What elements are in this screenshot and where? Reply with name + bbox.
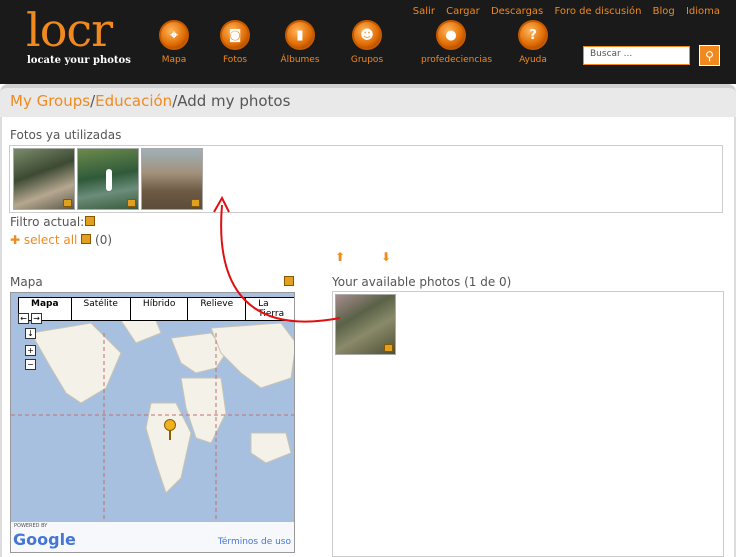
groups-icon: ☻ bbox=[352, 20, 382, 50]
tab-la-tierra[interactable]: La Tierra bbox=[246, 298, 294, 320]
tab-hibrido[interactable]: Híbrido bbox=[130, 298, 189, 320]
used-photos-box bbox=[9, 145, 723, 213]
select-all-link[interactable]: select all bbox=[24, 233, 78, 247]
plus-icon: ✚ bbox=[10, 233, 21, 247]
nav-label: Ayuda bbox=[519, 55, 547, 65]
nav-label: profedeciencias bbox=[421, 55, 493, 65]
breadcrumb-current: Add my photos bbox=[177, 92, 291, 110]
map-type-tabs: Mapa Satélite Híbrido Relieve La Tierra bbox=[18, 297, 294, 321]
photo-thumbnail[interactable] bbox=[335, 294, 396, 355]
nav-fotos[interactable]: ◙ Fotos bbox=[205, 20, 265, 65]
tab-satelite[interactable]: Satélite bbox=[71, 298, 131, 320]
nav-albumes[interactable]: ▮ Álbumes bbox=[270, 20, 330, 65]
link-cargar[interactable]: Cargar bbox=[446, 6, 480, 17]
photo-thumbnail[interactable] bbox=[13, 148, 75, 210]
pan-down-icon[interactable]: ↓ bbox=[25, 328, 36, 339]
link-descargas[interactable]: Descargas bbox=[491, 6, 543, 17]
available-photos-box bbox=[332, 291, 724, 557]
map-title: Mapa bbox=[10, 275, 43, 289]
selected-count: (0) bbox=[95, 233, 113, 247]
lock-icon bbox=[384, 344, 393, 352]
breadcrumb-group[interactable]: Educación bbox=[95, 92, 172, 110]
nav-ayuda[interactable]: ? Ayuda bbox=[503, 20, 563, 65]
map-view[interactable]: Mapa Satélite Híbrido Relieve La Tierra … bbox=[10, 292, 295, 553]
map-icon: ⌖ bbox=[159, 20, 189, 50]
egret-shape bbox=[106, 169, 112, 191]
lock-icon[interactable] bbox=[81, 234, 92, 244]
breadcrumb: My Groups/Educación/Add my photos bbox=[0, 84, 736, 117]
filter-label-text: Filtro actual: bbox=[10, 215, 85, 229]
pan-right-icon[interactable]: → bbox=[31, 313, 42, 324]
nav-label: Álbumes bbox=[280, 55, 320, 65]
zoom-in-icon[interactable]: + bbox=[25, 345, 36, 356]
map-footer: POWERED BY Google Términos de uso bbox=[11, 522, 294, 552]
link-foro[interactable]: Foro de discusión bbox=[554, 6, 641, 17]
nav-grupos[interactable]: ☻ Grupos bbox=[337, 20, 397, 65]
lock-icon bbox=[191, 199, 200, 207]
tab-relieve[interactable]: Relieve bbox=[188, 298, 247, 320]
search-button[interactable]: ⚲ bbox=[699, 45, 720, 66]
select-all-row: ✚ select all (0) bbox=[10, 233, 112, 247]
lock-icon bbox=[127, 199, 136, 207]
filter-label: Filtro actual: bbox=[10, 215, 96, 229]
nav-mapa[interactable]: ⌖ Mapa bbox=[144, 20, 204, 65]
tagline: locate your photos bbox=[27, 55, 131, 66]
nav-label: Fotos bbox=[222, 55, 248, 65]
used-photos-title: Fotos ya utilizadas bbox=[10, 128, 122, 142]
powered-by: POWERED BY bbox=[14, 523, 48, 529]
help-icon: ? bbox=[518, 20, 548, 50]
album-icon: ▮ bbox=[285, 20, 315, 50]
site-header: locr locate your photos Salir Cargar Des… bbox=[0, 0, 736, 84]
link-blog[interactable]: Blog bbox=[653, 6, 675, 17]
logo[interactable]: locr bbox=[26, 4, 113, 56]
google-logo: Google bbox=[13, 530, 76, 549]
search-icon: ⚲ bbox=[705, 48, 714, 63]
zoom-out-icon[interactable]: − bbox=[25, 359, 36, 370]
lock-icon[interactable] bbox=[284, 276, 294, 286]
pan-left-icon[interactable]: ← bbox=[18, 313, 29, 324]
world-map bbox=[11, 293, 294, 552]
map-marker-pin bbox=[169, 430, 171, 440]
search-input[interactable]: Buscar ... bbox=[583, 46, 690, 65]
move-down-arrow-icon[interactable]: ⬇ bbox=[381, 250, 391, 264]
nav-label: Grupos bbox=[350, 55, 384, 65]
breadcrumb-my-groups[interactable]: My Groups bbox=[10, 92, 90, 110]
nav-label: Mapa bbox=[161, 55, 187, 65]
lock-icon bbox=[63, 199, 72, 207]
nav-profile[interactable]: ● profedeciencias bbox=[421, 20, 493, 65]
lock-icon bbox=[85, 216, 96, 226]
move-up-arrow-icon[interactable]: ⬆ bbox=[335, 250, 345, 264]
link-idioma[interactable]: Idioma bbox=[686, 6, 720, 17]
photo-thumbnail[interactable] bbox=[141, 148, 203, 210]
top-links: Salir Cargar Descargas Foro de discusión… bbox=[405, 6, 720, 17]
user-icon: ● bbox=[436, 20, 466, 50]
available-photos-title: Your available photos (1 de 0) bbox=[332, 275, 512, 289]
photo-thumbnail[interactable] bbox=[77, 148, 139, 210]
camera-icon: ◙ bbox=[220, 20, 250, 50]
terms-link[interactable]: Términos de uso bbox=[218, 537, 291, 547]
link-salir[interactable]: Salir bbox=[413, 6, 435, 17]
